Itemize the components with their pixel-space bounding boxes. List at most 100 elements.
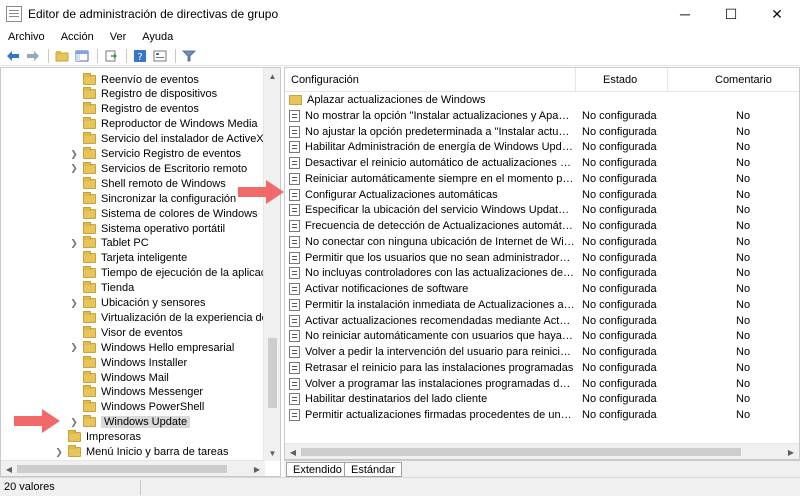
folder-icon: [83, 191, 96, 204]
policy-row[interactable]: Volver a programar las instalaciones pro…: [285, 376, 799, 392]
policy-row[interactable]: Activar actualizaciones recomendadas med…: [285, 313, 799, 329]
policy-comment: No: [736, 172, 751, 185]
back-arrow-icon[interactable]: [4, 47, 22, 65]
policy-row[interactable]: Activar notificaciones de software No con…: [285, 281, 799, 297]
tree-item[interactable]: Windows Messenger: [69, 385, 203, 400]
folder-icon: [83, 400, 96, 413]
tree-horizontal-scrollbar[interactable]: ◀ ▶: [1, 460, 265, 476]
tree-item[interactable]: Reenvío de eventos: [69, 72, 199, 87]
column-header-state[interactable]: Estado: [603, 68, 637, 92]
list-horizontal-scrollbar[interactable]: ◀ ▶: [285, 443, 799, 459]
chevron-right-icon[interactable]: ❯: [69, 298, 79, 309]
menu-archivo[interactable]: Archivo: [0, 31, 53, 43]
menu-ver[interactable]: Ver: [102, 31, 135, 43]
tree-item[interactable]: ❯ Menú Inicio y barra de tareas: [54, 445, 228, 460]
menu-ayuda[interactable]: Ayuda: [134, 31, 181, 43]
tree-vertical-scrollbar[interactable]: ▲ ▼: [263, 68, 280, 461]
policy-row[interactable]: Reiniciar automáticamente siempre en el …: [285, 171, 799, 187]
menu-accion[interactable]: Acción: [53, 31, 102, 43]
tab-estandar[interactable]: Estándar: [344, 462, 403, 477]
policy-row[interactable]: Habilitar destinatarios del lado cliente…: [285, 392, 799, 408]
folder-icon: [83, 147, 96, 159]
tree-item[interactable]: Sistema de colores de Windows: [69, 206, 258, 221]
list-folder-row[interactable]: Aplazar actualizaciones de Windows: [285, 92, 799, 108]
tree-item[interactable]: Virtualización de la experiencia del usu: [69, 310, 280, 325]
tree-item[interactable]: Registro de eventos: [69, 102, 199, 117]
scroll-thumb[interactable]: [301, 448, 741, 456]
tree-item[interactable]: Impresoras: [54, 430, 141, 445]
folder-icon: [83, 132, 96, 145]
tree-item[interactable]: ❯ Servicio Registro de eventos: [69, 147, 241, 162]
chevron-right-icon[interactable]: ❯: [69, 417, 79, 428]
scroll-thumb[interactable]: [268, 338, 277, 408]
chevron-right-icon[interactable]: ❯: [69, 238, 79, 249]
policy-row[interactable]: Frecuencia de detección de Actualizacion…: [285, 218, 799, 234]
folder-icon: [83, 415, 96, 428]
scroll-down-icon[interactable]: ▼: [264, 445, 280, 461]
policy-row[interactable]: Configurar Actualizaciones automáticas No…: [285, 187, 799, 203]
policy-row[interactable]: No reiniciar automáticamente con usuario…: [285, 329, 799, 345]
policy-row[interactable]: No ajustar la opción predeterminada a "I…: [285, 124, 799, 140]
maximize-button[interactable]: ☐: [708, 0, 754, 28]
policy-list[interactable]: Configuración Estado Comentario Aplazar …: [284, 67, 800, 460]
tree-item[interactable]: Visor de eventos: [69, 325, 183, 340]
policy-row[interactable]: No incluyas controladores con las actual…: [285, 266, 799, 282]
tree-item[interactable]: Windows Installer: [69, 355, 187, 370]
column-divider[interactable]: [667, 68, 668, 92]
tree-item[interactable]: Reproductor de Windows Media: [69, 117, 258, 132]
chevron-right-icon[interactable]: ❯: [69, 149, 79, 160]
tree-item-label: Windows Hello empresarial: [101, 341, 235, 354]
close-button[interactable]: ✕: [754, 0, 800, 28]
tree-item[interactable]: Servicio del instalador de ActiveX: [69, 132, 264, 147]
toolbar-separator: [126, 48, 127, 63]
tree-item[interactable]: ❯ Ubicación y sensores: [69, 296, 206, 311]
policy-name: No ajustar la opción predeterminada a "I…: [305, 125, 575, 138]
tree-item[interactable]: ❯ Windows Hello empresarial: [69, 340, 234, 355]
tree-item[interactable]: Tiempo de ejecución de la aplicación: [69, 266, 280, 281]
tree-item[interactable]: Registro de dispositivos: [69, 87, 217, 102]
tree-item[interactable]: ❯ Tablet PC: [69, 236, 149, 251]
column-header-comment[interactable]: Comentario: [715, 68, 772, 92]
export-list-icon[interactable]: [102, 47, 120, 65]
help-icon[interactable]: ?: [131, 47, 149, 65]
policy-row[interactable]: Desactivar el reinicio automático de act…: [285, 155, 799, 171]
chevron-right-icon[interactable]: ❯: [69, 342, 79, 353]
policy-row[interactable]: No mostrar la opción "Instalar actualiza…: [285, 108, 799, 124]
filter-icon[interactable]: [180, 47, 198, 65]
policy-row[interactable]: Habilitar Administración de energía de W…: [285, 140, 799, 156]
scroll-thumb[interactable]: [17, 465, 227, 473]
tab-extendido[interactable]: Extendido: [286, 462, 349, 477]
tree-item[interactable]: Sistema operativo portátil: [69, 221, 225, 236]
scroll-left-icon[interactable]: ◀: [1, 461, 17, 476]
policy-row[interactable]: Retrasar el reinicio para las instalacio…: [285, 360, 799, 376]
policy-row[interactable]: Volver a pedir la intervención del usuar…: [285, 344, 799, 360]
minimize-button[interactable]: ─: [662, 0, 708, 28]
forward-arrow-icon[interactable]: [24, 47, 42, 65]
scroll-right-icon[interactable]: ▶: [783, 444, 799, 459]
scroll-right-icon[interactable]: ▶: [249, 461, 265, 476]
column-header-config[interactable]: Configuración: [291, 68, 359, 92]
tree-item[interactable]: Shell remoto de Windows: [69, 176, 226, 191]
up-folder-icon[interactable]: [53, 47, 71, 65]
scroll-up-icon[interactable]: ▲: [264, 68, 280, 84]
policy-row[interactable]: No conectar con ninguna ubicación de Int…: [285, 234, 799, 250]
policy-name: Habilitar Administración de energía de W…: [305, 141, 575, 154]
policy-row[interactable]: Permitir la instalación inmediata de Act…: [285, 297, 799, 313]
properties-icon[interactable]: [151, 47, 169, 65]
tree-item[interactable]: Sincronizar la configuración: [69, 191, 236, 206]
chevron-right-icon[interactable]: ❯: [54, 447, 64, 458]
tree-item[interactable]: Windows PowerShell: [69, 400, 204, 415]
policy-row[interactable]: Permitir actualizaciones firmadas proced…: [285, 407, 799, 423]
chevron-right-icon[interactable]: ❯: [69, 163, 79, 174]
tree-item[interactable]: Tarjeta inteligente: [69, 251, 187, 266]
tree-item[interactable]: Windows Mail: [69, 370, 169, 385]
list-header: Configuración Estado Comentario: [285, 68, 799, 92]
scroll-left-icon[interactable]: ◀: [285, 444, 301, 459]
policy-row[interactable]: Permitir que los usuarios que no sean ad…: [285, 250, 799, 266]
column-divider[interactable]: [575, 68, 576, 92]
show-hide-tree-icon[interactable]: [73, 47, 91, 65]
tree-item[interactable]: Tienda: [69, 281, 134, 296]
policy-row[interactable]: Especificar la ubicación del servicio Wi…: [285, 203, 799, 219]
tree-item[interactable]: ❯ Servicios de Escritorio remoto: [69, 161, 247, 176]
tree-item[interactable]: ❯ Windows Update: [69, 415, 191, 430]
